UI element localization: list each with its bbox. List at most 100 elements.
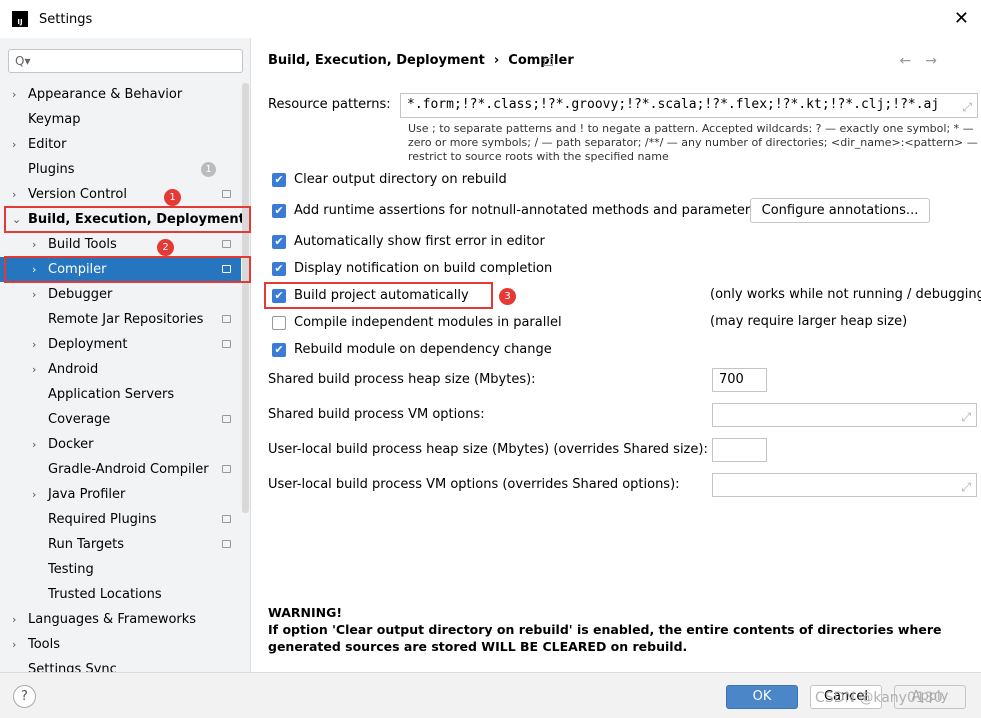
chevron-right-icon[interactable]: › xyxy=(12,607,16,632)
chevron-right-icon[interactable]: › xyxy=(12,182,16,207)
annotation-badge-2: 2 xyxy=(157,239,174,256)
resource-patterns-value: *.form;!?*.class;!?*.groovy;!?*.scala;!?… xyxy=(407,97,940,112)
sidebar-item-label: Tools xyxy=(28,637,61,652)
sidebar: Q▾ › Appearance & Behavior Keymap › Editor Pl… xyxy=(0,38,251,672)
local-vm-options-input[interactable]: ⤢ xyxy=(712,473,977,497)
sidebar-item-debugger[interactable]: › Debugger xyxy=(0,282,241,307)
checkmark-icon[interactable]: ✔ xyxy=(272,172,286,187)
sidebar-scrollbar[interactable] xyxy=(242,83,249,513)
sidebar-item-remote-jar-repositories[interactable]: Remote Jar Repositories xyxy=(0,307,241,332)
sidebar-item-label: Android xyxy=(48,362,99,377)
configure-annotations-button[interactable]: Configure annotations... xyxy=(750,198,930,223)
local-vm-options-label: User-local build process VM options (ove… xyxy=(268,477,680,492)
project-level-icon xyxy=(222,540,231,548)
sidebar-item-gradle-android-compiler[interactable]: Gradle-Android Compiler xyxy=(0,457,241,482)
update-count-badge: 1 xyxy=(201,162,216,177)
project-level-icon xyxy=(222,465,231,473)
chevron-right-icon[interactable]: › xyxy=(32,432,36,457)
ok-button[interactable]: OK xyxy=(726,685,798,709)
checkbox-label: Build project automatically xyxy=(294,288,469,303)
checkbox-compile-independent-modules-in-parallel[interactable]: Compile independent modules in parallel xyxy=(272,315,562,330)
sidebar-item-build-tools[interactable]: › Build Tools xyxy=(0,232,241,257)
local-heap-size-input[interactable] xyxy=(712,438,767,462)
chevron-right-icon[interactable]: › xyxy=(12,632,16,657)
title-bar: IJ Settings ✕ xyxy=(0,0,981,38)
window-title: Settings xyxy=(39,11,93,27)
checkbox-label: Clear output directory on rebuild xyxy=(294,172,507,187)
search-input[interactable]: Q▾ xyxy=(8,49,243,73)
sidebar-item-label: Plugins xyxy=(28,162,75,177)
sidebar-item-docker[interactable]: › Docker xyxy=(0,432,241,457)
sidebar-item-testing[interactable]: Testing xyxy=(0,557,241,582)
sidebar-item-plugins[interactable]: Plugins 1 xyxy=(0,157,241,182)
checkmark-icon[interactable]: ✔ xyxy=(272,342,286,357)
chevron-right-icon[interactable]: › xyxy=(32,232,36,257)
project-level-icon xyxy=(222,315,231,323)
sidebar-item-label: Deployment xyxy=(48,337,128,352)
sidebar-item-java-profiler[interactable]: › Java Profiler xyxy=(0,482,241,507)
sidebar-item-required-plugins[interactable]: Required Plugins xyxy=(0,507,241,532)
sidebar-item-coverage[interactable]: Coverage xyxy=(0,407,241,432)
chevron-right-icon[interactable]: › xyxy=(32,332,36,357)
expand-icon[interactable]: ⤢ xyxy=(962,96,972,117)
compiler-panel: Build, Execution, Deployment › Compiler … xyxy=(252,38,981,672)
checkbox-add-runtime-assertions-for-notnull-annotated-methods-and-parameters[interactable]: ✔ Add runtime assertions for notnull-anno… xyxy=(272,203,757,218)
checkbox-automatically-show-first-error-in-editor[interactable]: ✔ Automatically show first error in edito… xyxy=(272,234,545,249)
sidebar-item-label: Keymap xyxy=(28,112,81,127)
project-level-icon xyxy=(222,340,231,348)
sidebar-item-settings-sync[interactable]: Settings Sync xyxy=(0,657,241,672)
sidebar-item-appearance-behavior[interactable]: › Appearance & Behavior xyxy=(0,82,241,107)
expand-icon[interactable]: ⤢ xyxy=(961,406,971,428)
parallel-note: (may require larger heap size) xyxy=(710,314,908,329)
checkbox-label: Add runtime assertions for notnull-annot… xyxy=(294,203,758,218)
chevron-right-icon[interactable]: › xyxy=(32,482,36,507)
sidebar-item-label: Settings Sync xyxy=(28,662,117,672)
sidebar-item-label: Application Servers xyxy=(48,387,175,402)
chevron-right-icon[interactable]: › xyxy=(12,132,16,157)
sidebar-item-android[interactable]: › Android xyxy=(0,357,241,382)
sidebar-item-label: Docker xyxy=(48,437,94,452)
sidebar-item-application-servers[interactable]: Application Servers xyxy=(0,382,241,407)
sidebar-item-label: Trusted Locations xyxy=(48,587,162,602)
app-logo: IJ xyxy=(12,11,28,27)
sidebar-item-deployment[interactable]: › Deployment xyxy=(0,332,241,357)
sidebar-item-label: Appearance & Behavior xyxy=(28,87,183,102)
sidebar-item-languages-frameworks[interactable]: › Languages & Frameworks xyxy=(0,607,241,632)
help-icon[interactable]: ? xyxy=(13,685,36,708)
breadcrumb: Build, Execution, Deployment › Compiler xyxy=(268,53,574,68)
checkbox-label: Rebuild module on dependency change xyxy=(294,342,552,357)
expand-icon[interactable]: ⤢ xyxy=(961,476,971,498)
checkbox-clear-output-directory-on-rebuild[interactable]: ✔ Clear output directory on rebuild xyxy=(272,172,507,187)
warning-title: WARNING! xyxy=(268,605,343,620)
close-icon[interactable]: ✕ xyxy=(954,8,969,29)
heap-size-input[interactable]: 700 xyxy=(712,368,767,392)
checkbox-rebuild-module-on-dependency-change[interactable]: ✔ Rebuild module on dependency change xyxy=(272,342,552,357)
sidebar-item-label: Coverage xyxy=(48,412,111,427)
checkmark-icon[interactable]: ✔ xyxy=(272,288,286,303)
project-level-icon xyxy=(222,240,231,248)
sidebar-item-keymap[interactable]: Keymap xyxy=(0,107,241,132)
resource-patterns-input[interactable]: *.form;!?*.class;!?*.groovy;!?*.scala;!?… xyxy=(400,93,978,118)
sidebar-item-version-control[interactable]: › Version Control xyxy=(0,182,241,207)
sidebar-item-trusted-locations[interactable]: Trusted Locations xyxy=(0,582,241,607)
sidebar-item-label: Languages & Frameworks xyxy=(28,612,197,627)
sidebar-item-editor[interactable]: › Editor xyxy=(0,132,241,157)
warning-message: WARNING! If option 'Clear output directo… xyxy=(268,604,958,655)
sidebar-item-run-targets[interactable]: Run Targets xyxy=(0,532,241,557)
project-level-icon xyxy=(222,415,231,423)
checkmark-icon[interactable]: ✔ xyxy=(272,203,286,218)
checkbox-display-notification-on-build-completion[interactable]: ✔ Display notification on build completio… xyxy=(272,261,552,276)
chevron-right-icon[interactable]: › xyxy=(32,282,36,307)
sidebar-item-tools[interactable]: › Tools xyxy=(0,632,241,657)
vm-options-input[interactable]: ⤢ xyxy=(712,403,977,427)
checkbox-empty-icon[interactable] xyxy=(272,315,286,330)
checkbox-build-project-automatically[interactable]: ✔ Build project automatically xyxy=(272,288,469,303)
sidebar-item-label: Required Plugins xyxy=(48,512,157,527)
checkmark-icon[interactable]: ✔ xyxy=(272,234,286,249)
chevron-right-icon[interactable]: › xyxy=(32,357,36,382)
back-forward-nav[interactable]: ←→ xyxy=(900,53,951,69)
checkmark-icon[interactable]: ✔ xyxy=(272,261,286,276)
chevron-right-icon[interactable]: › xyxy=(12,82,16,107)
sidebar-item-label: Editor xyxy=(28,137,67,152)
sidebar-item-label: Version Control xyxy=(28,187,127,202)
